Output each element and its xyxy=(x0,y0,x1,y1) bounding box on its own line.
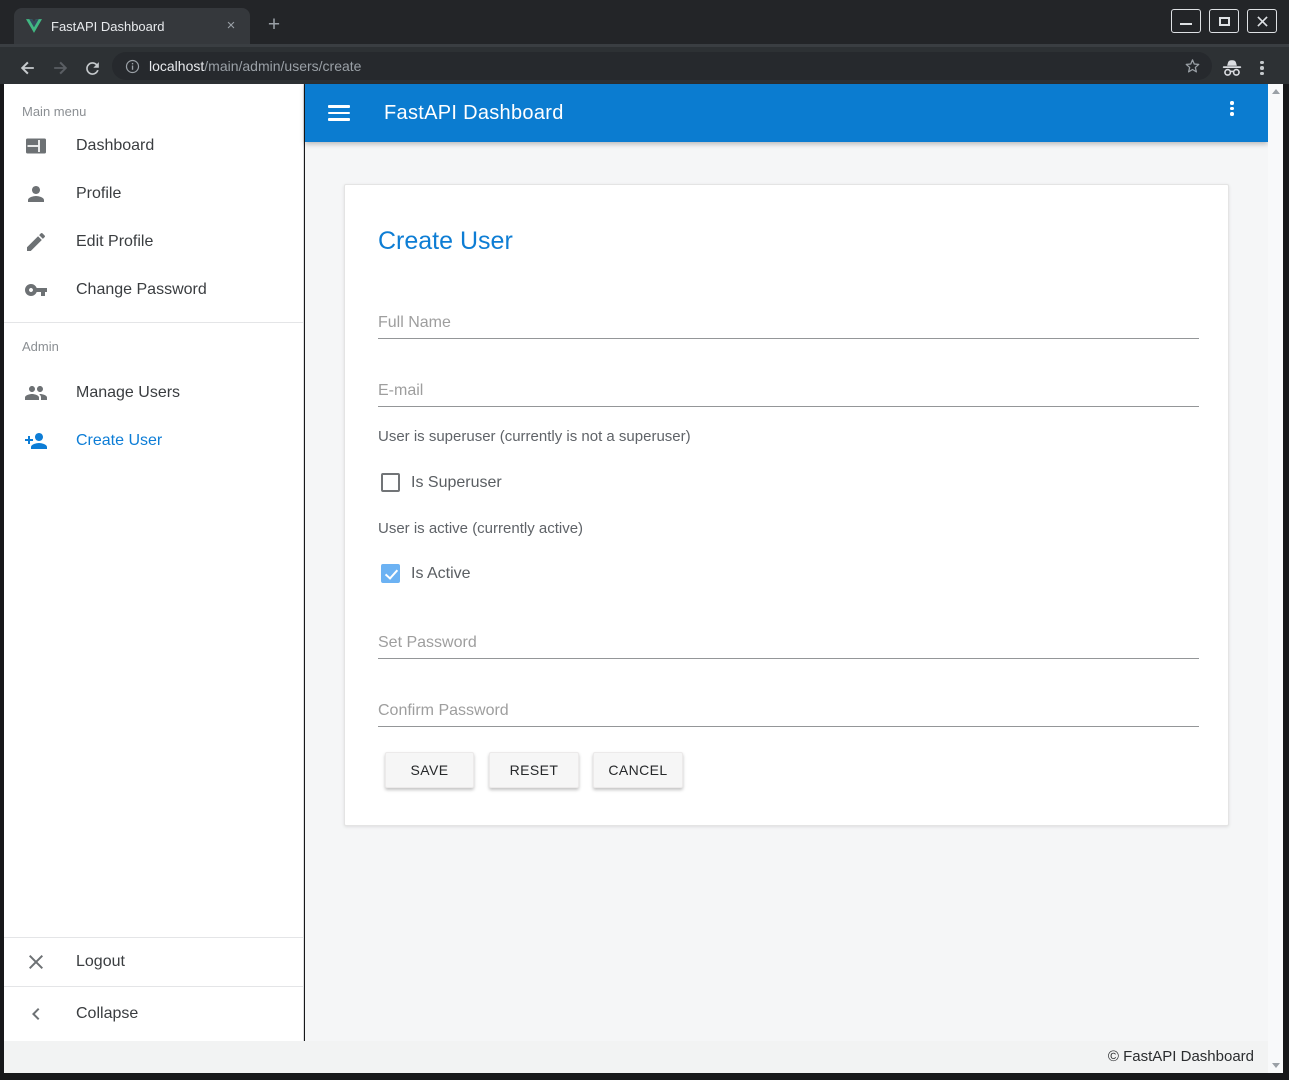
window-close-button[interactable] xyxy=(1247,9,1277,33)
dashboard-icon xyxy=(24,134,48,158)
back-arrow-icon xyxy=(18,58,38,78)
tab-title: FastAPI Dashboard xyxy=(51,19,222,34)
people-icon xyxy=(24,381,48,405)
sidebar-item-label: Profile xyxy=(76,185,121,203)
window-minimize-button[interactable] xyxy=(1171,9,1201,33)
url-path: /main/admin/users/create xyxy=(204,58,361,74)
superuser-hint: User is superuser (currently is not a su… xyxy=(378,428,691,445)
bookmark-star-icon[interactable] xyxy=(1183,57,1202,76)
incognito-avatar-button[interactable] xyxy=(1218,55,1246,81)
reset-button[interactable]: RESET xyxy=(489,752,579,788)
new-tab-button[interactable]: + xyxy=(260,12,288,40)
set-password-input[interactable] xyxy=(378,623,1199,659)
full-name-input[interactable] xyxy=(378,303,1199,339)
maximize-icon xyxy=(1219,17,1230,26)
kebab-menu-icon xyxy=(1260,59,1264,78)
app-bar: FastAPI Dashboard xyxy=(305,84,1268,142)
sidebar-item-label: Logout xyxy=(76,953,125,971)
reload-icon xyxy=(83,59,102,78)
is-superuser-checkbox[interactable]: Is Superuser xyxy=(381,473,502,492)
key-icon xyxy=(24,278,48,302)
window-controls xyxy=(1171,9,1277,33)
person-add-icon xyxy=(24,429,48,453)
sidebar-item-dashboard[interactable]: Dashboard xyxy=(4,122,303,170)
checkbox-box-icon xyxy=(381,564,400,583)
sidebar-item-logout[interactable]: Logout xyxy=(4,938,303,986)
reload-button[interactable] xyxy=(79,55,105,81)
url-host: localhost xyxy=(149,58,204,74)
browser-toolbar: localhost/main/admin/users/create xyxy=(0,44,1289,84)
url-text[interactable]: localhost/main/admin/users/create xyxy=(149,58,1183,74)
browser-titlebar: FastAPI Dashboard × + xyxy=(0,0,1289,44)
active-hint: User is active (currently active) xyxy=(378,520,583,537)
vue-logo-icon xyxy=(26,18,42,34)
close-icon xyxy=(24,950,48,974)
create-user-card: Create User User is superuser (currently… xyxy=(344,184,1229,826)
sidebar-section-admin: Admin xyxy=(4,331,303,361)
forward-arrow-icon xyxy=(50,58,70,78)
sidebar-item-label: Collapse xyxy=(76,1005,138,1023)
page-title: Create User xyxy=(378,227,513,256)
pencil-icon xyxy=(24,230,48,254)
sidebar-bottom: Logout Collapse xyxy=(4,937,303,1041)
page-footer: © FastAPI Dashboard xyxy=(4,1041,1268,1073)
sidebar-item-change-password[interactable]: Change Password xyxy=(4,266,303,314)
window-maximize-button[interactable] xyxy=(1209,9,1239,33)
browser-menu-button[interactable] xyxy=(1248,55,1276,81)
checkbox-label: Is Superuser xyxy=(411,474,502,492)
cancel-button[interactable]: CANCEL xyxy=(593,752,683,788)
sidebar-item-label: Dashboard xyxy=(76,137,154,155)
sidebar-item-label: Manage Users xyxy=(76,384,180,402)
is-active-checkbox[interactable]: Is Active xyxy=(381,564,471,583)
sidebar-item-manage-users[interactable]: Manage Users xyxy=(4,369,303,417)
sidebar-item-edit-profile[interactable]: Edit Profile xyxy=(4,218,303,266)
incognito-icon xyxy=(1221,59,1243,78)
confirm-password-input[interactable] xyxy=(378,691,1199,727)
sidebar-item-label: Edit Profile xyxy=(76,233,153,251)
scroll-up-icon[interactable] xyxy=(1272,89,1280,94)
main-content: FastAPI Dashboard Create User User is su… xyxy=(305,84,1268,1041)
sidebar-item-profile[interactable]: Profile xyxy=(4,170,303,218)
save-button[interactable]: SAVE xyxy=(385,752,474,788)
minimize-icon xyxy=(1180,23,1192,25)
url-bar[interactable]: localhost/main/admin/users/create xyxy=(112,52,1212,80)
sidebar-item-create-user[interactable]: Create User xyxy=(4,417,303,465)
sidebar-section-main-menu: Main menu xyxy=(4,84,303,122)
sidebar-divider xyxy=(4,322,303,323)
browser-tab[interactable]: FastAPI Dashboard × xyxy=(14,8,250,44)
forward-button[interactable] xyxy=(47,55,73,81)
email-input[interactable] xyxy=(378,371,1199,407)
page-scrollbar[interactable] xyxy=(1268,84,1283,1073)
back-button[interactable] xyxy=(15,55,41,81)
scroll-down-icon[interactable] xyxy=(1272,1063,1280,1068)
checkbox-label: Is Active xyxy=(411,565,471,583)
person-icon xyxy=(24,182,48,206)
sidebar: Main menu Dashboard Profile Edit Profile… xyxy=(4,84,304,1041)
sidebar-item-label: Create User xyxy=(76,432,162,450)
chevron-left-icon xyxy=(24,1002,48,1026)
close-window-icon xyxy=(1257,16,1268,27)
app-bar-title: FastAPI Dashboard xyxy=(384,102,564,125)
copyright-text: © FastAPI Dashboard xyxy=(1108,1048,1254,1065)
hamburger-menu-button[interactable] xyxy=(328,101,350,124)
sidebar-item-label: Change Password xyxy=(76,281,207,299)
app-bar-menu-button[interactable] xyxy=(1222,99,1242,118)
checkbox-box-icon xyxy=(381,473,400,492)
sidebar-item-collapse[interactable]: Collapse xyxy=(4,987,303,1041)
tab-close-icon[interactable]: × xyxy=(222,17,240,35)
site-info-icon[interactable] xyxy=(124,58,141,75)
